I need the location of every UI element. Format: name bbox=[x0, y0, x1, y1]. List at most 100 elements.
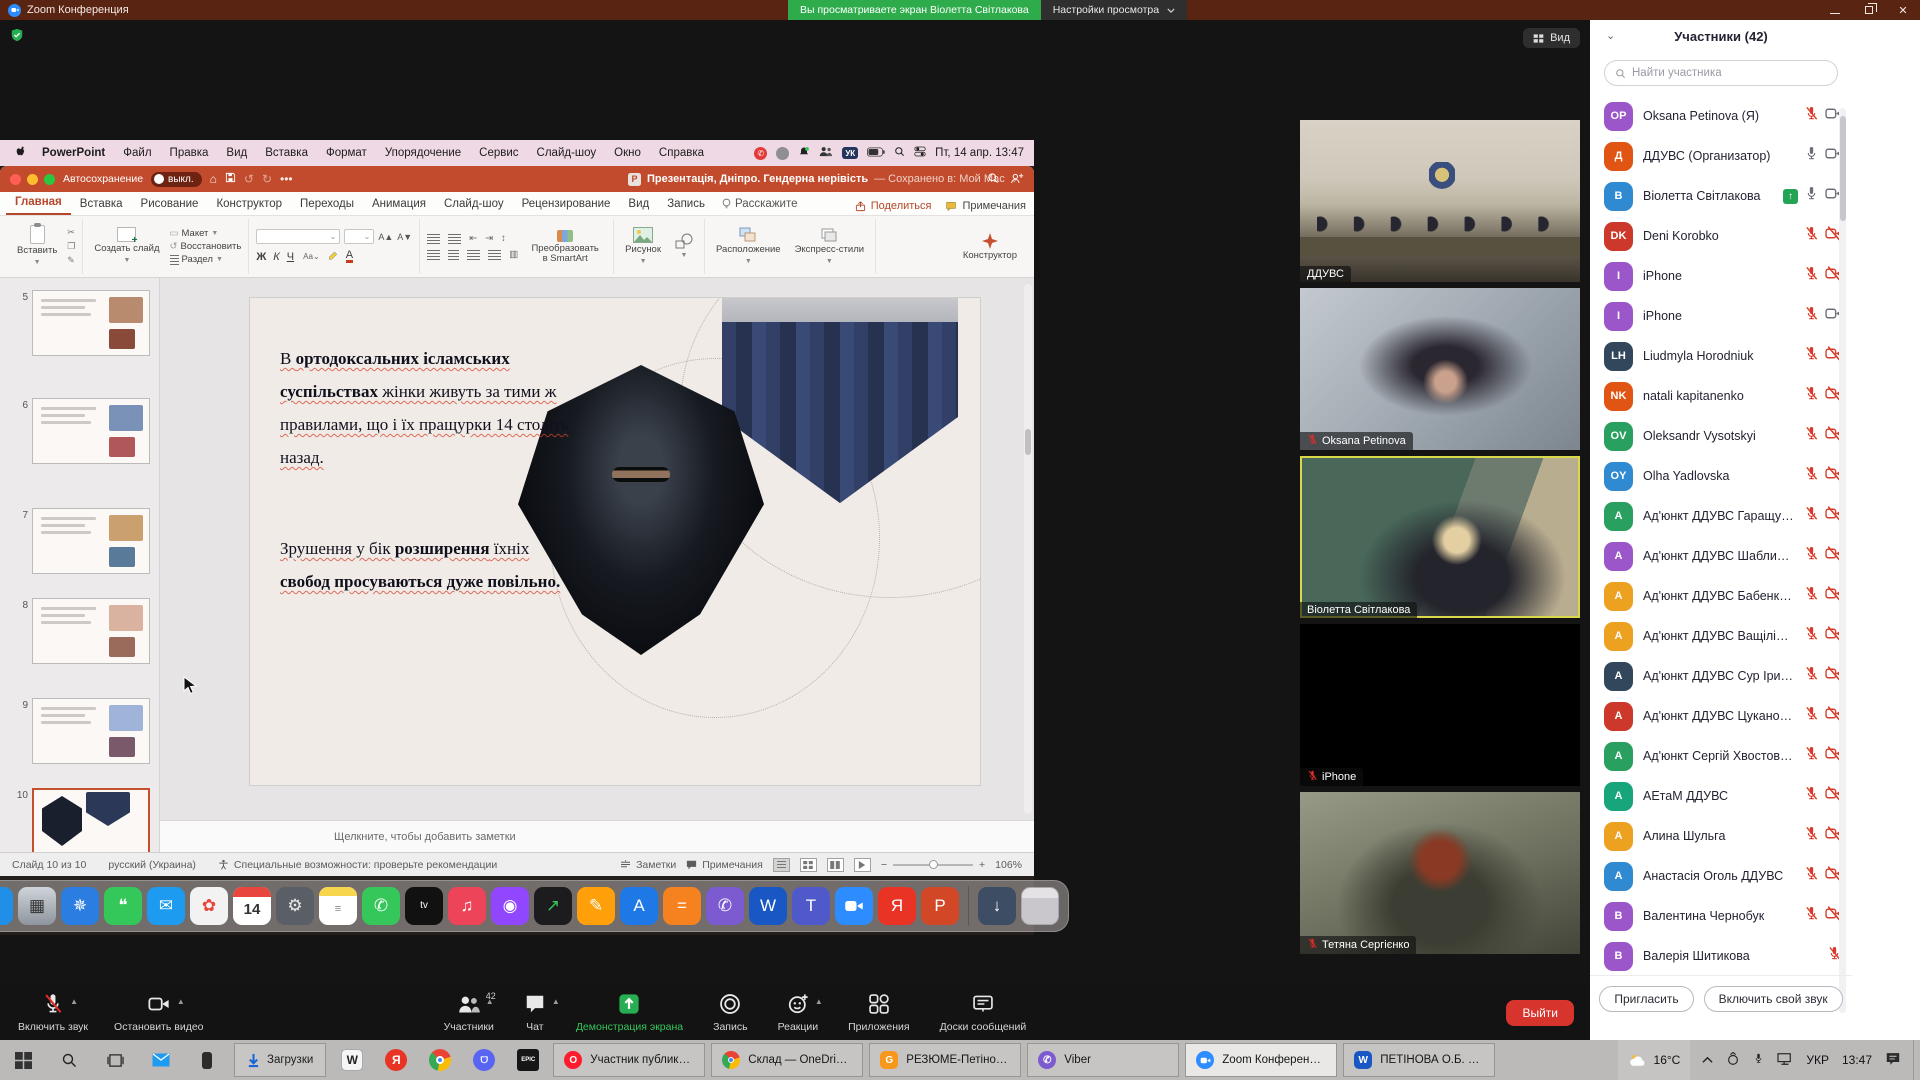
font-name-select[interactable]: ⌄ bbox=[256, 229, 340, 244]
dock-finder-icon[interactable]: ☺ bbox=[0, 887, 13, 925]
save-icon[interactable] bbox=[225, 172, 236, 186]
weather-widget[interactable]: 16°C bbox=[1618, 1040, 1691, 1080]
w-app-button[interactable]: W bbox=[330, 1040, 374, 1080]
mac-menu-справка[interactable]: Справка bbox=[650, 147, 713, 159]
task-gdoc[interactable]: GРЕЗЮМЕ-Петінова ... bbox=[869, 1043, 1021, 1077]
video-tile-2[interactable]: Oksana Petinova bbox=[1300, 288, 1580, 450]
tell-me-button[interactable]: Расскажите bbox=[714, 194, 806, 215]
normal-view-button[interactable] bbox=[773, 858, 790, 872]
mac-menu-вид[interactable]: Вид bbox=[217, 147, 256, 159]
mac-menu-сервис[interactable]: Сервис bbox=[470, 147, 527, 159]
collapse-panel-icon[interactable]: ⌄ bbox=[1606, 29, 1615, 42]
dock-zoom-icon[interactable] bbox=[835, 887, 873, 925]
dock-word-icon[interactable]: W bbox=[749, 887, 787, 925]
tab-анимация[interactable]: Анимация bbox=[363, 194, 435, 215]
zoom-out-button[interactable]: − bbox=[881, 859, 887, 871]
participant-row[interactable]: AАд'юнкт Сергій Хвостовцов bbox=[1590, 736, 1852, 776]
invite-button[interactable]: Пригласить bbox=[1599, 986, 1693, 1012]
outdent-button[interactable]: ⇤ bbox=[469, 233, 477, 244]
mail-app-button[interactable] bbox=[138, 1040, 184, 1080]
start-button[interactable] bbox=[0, 1040, 46, 1080]
call-status-icon[interactable]: ✆ bbox=[754, 147, 767, 160]
taskbar-search-button[interactable] bbox=[46, 1040, 92, 1080]
toolbar-share-button[interactable]: Демонстрация экрана bbox=[576, 993, 683, 1033]
chrome-button[interactable] bbox=[418, 1040, 462, 1080]
participants-scrollbar[interactable] bbox=[1839, 108, 1846, 1013]
video-tile-1[interactable]: ДДУВС bbox=[1300, 120, 1580, 282]
close-button[interactable]: ✕ bbox=[1886, 0, 1920, 20]
leave-button[interactable]: Выйти bbox=[1506, 1000, 1574, 1026]
epic-games-button[interactable]: EPIC bbox=[506, 1040, 550, 1080]
redo-icon[interactable]: ↻ bbox=[262, 172, 272, 186]
participant-row[interactable]: AАЕтаМ ДДУВС bbox=[1590, 776, 1852, 816]
copy-icon[interactable]: ❐ bbox=[67, 241, 75, 252]
justify-button[interactable] bbox=[488, 250, 501, 260]
participant-search[interactable] bbox=[1604, 60, 1838, 86]
layout-button[interactable]: ▭Макет▼ bbox=[170, 228, 242, 239]
tray-network-icon[interactable] bbox=[1777, 1052, 1793, 1069]
dock-calculator-icon[interactable]: = bbox=[663, 887, 701, 925]
task-viber[interactable]: ✆Viber bbox=[1027, 1043, 1179, 1077]
slide-thumbnail-9[interactable] bbox=[32, 698, 150, 764]
slide-sorter-view-button[interactable] bbox=[800, 858, 817, 872]
tray-clock[interactable]: 13:47 bbox=[1842, 1053, 1872, 1067]
reset-button[interactable]: ↺Восстановить bbox=[170, 241, 242, 252]
toolbar-mic-off-button[interactable]: ▲Включить звук bbox=[18, 993, 88, 1033]
home-icon[interactable]: ⌂ bbox=[210, 172, 217, 186]
underline-button[interactable]: Ч bbox=[287, 251, 294, 263]
dock-mail-icon[interactable]: ✉ bbox=[147, 887, 185, 925]
notification-bell-icon[interactable] bbox=[798, 146, 810, 161]
yandex-browser-button[interactable]: Я bbox=[374, 1040, 418, 1080]
mac-menu-окно[interactable]: Окно bbox=[605, 147, 650, 159]
dock-powerpoint-icon[interactable]: P bbox=[921, 887, 959, 925]
notes-area[interactable]: Щелкните, чтобы добавить заметки bbox=[160, 820, 1034, 852]
paste-button[interactable]: Вставить▼ bbox=[13, 223, 61, 270]
tab-слайд-шоу[interactable]: Слайд-шоу bbox=[435, 194, 513, 215]
mac-menu-упорядочение[interactable]: Упорядочение bbox=[376, 147, 470, 159]
view-options-button[interactable]: Настройки просмотра bbox=[1041, 0, 1187, 20]
clear-format-button[interactable]: Аа⌄ bbox=[303, 252, 320, 261]
tab-вид[interactable]: Вид bbox=[619, 194, 658, 215]
participant-row[interactable]: ВВіолетта Світлакова↑ bbox=[1590, 176, 1852, 216]
accessibility-status[interactable]: Специальные возможности: проверьте реком… bbox=[218, 859, 497, 871]
toolbar-record-button[interactable]: Запись bbox=[713, 993, 747, 1033]
tab-запись[interactable]: Запись bbox=[658, 194, 714, 215]
mac-menu-app[interactable]: PowerPoint bbox=[33, 147, 114, 159]
participant-row[interactable]: ДДДУВС (Организатор) bbox=[1590, 136, 1852, 176]
tab-главная[interactable]: Главная bbox=[6, 192, 71, 215]
tab-рецензирование[interactable]: Рецензирование bbox=[513, 194, 620, 215]
cut-icon[interactable]: ✂ bbox=[67, 227, 75, 238]
participant-row[interactable]: ВВалерія Шитикова bbox=[1590, 936, 1852, 976]
toolbar-board-button[interactable]: Доски сообщений bbox=[940, 993, 1027, 1033]
spotlight-search-icon[interactable] bbox=[894, 146, 905, 160]
dock-yandex-icon[interactable]: Я bbox=[878, 887, 916, 925]
indent-button[interactable]: ⇥ bbox=[485, 233, 493, 244]
arrange-button[interactable]: Расположение▼ bbox=[712, 225, 785, 269]
apple-menu[interactable] bbox=[10, 145, 33, 161]
mac-clock[interactable]: Пт, 14 апр. 13:47 bbox=[935, 147, 1024, 159]
task-word[interactable]: WПЕТІНОВА О.Б. Кадр... bbox=[1343, 1043, 1495, 1077]
notes-toggle[interactable]: Заметки bbox=[620, 859, 676, 871]
quick-styles-button[interactable]: Экспресс-стили▼ bbox=[791, 225, 868, 269]
control-center-icon[interactable] bbox=[914, 146, 926, 160]
dock-photos-icon[interactable]: ✿ bbox=[190, 887, 228, 925]
participant-row[interactable]: AАлина Шульга bbox=[1590, 816, 1852, 856]
account-status-icon[interactable] bbox=[776, 147, 789, 160]
mac-close-button[interactable] bbox=[10, 174, 21, 185]
dock-messages-icon[interactable]: ❝ bbox=[104, 887, 142, 925]
italic-button[interactable]: К bbox=[273, 251, 279, 263]
picture-button[interactable]: Рисунок▼ bbox=[621, 225, 665, 269]
tray-mic-icon[interactable] bbox=[1753, 1051, 1764, 1069]
toolbar-chat-button[interactable]: ▲Чат bbox=[524, 993, 546, 1033]
comments-button[interactable]: Примечания bbox=[945, 200, 1026, 212]
shrink-font-button[interactable]: А▼ bbox=[397, 232, 412, 242]
people-status-icon[interactable] bbox=[819, 146, 833, 160]
participant-row[interactable]: NKnatali kapitanenko bbox=[1590, 376, 1852, 416]
dock-viber-icon[interactable]: ✆ bbox=[706, 887, 744, 925]
share-button[interactable]: Поделиться bbox=[855, 200, 932, 212]
slide-thumbnail-8[interactable] bbox=[32, 598, 150, 664]
dock-music-icon[interactable]: ♫ bbox=[448, 887, 486, 925]
dock-safari-icon[interactable]: ✵ bbox=[61, 887, 99, 925]
participant-row[interactable]: AАд'юнкт ДДУВС Гаращук Д.П. bbox=[1590, 496, 1852, 536]
dock-app-store-icon[interactable]: A bbox=[620, 887, 658, 925]
